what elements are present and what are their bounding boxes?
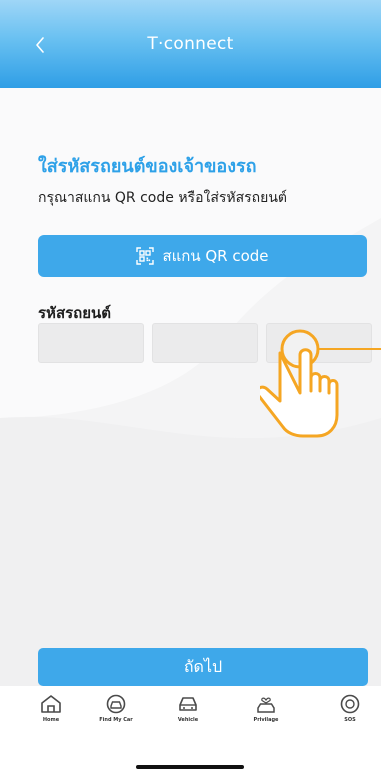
next-button-label: ถัดไป bbox=[183, 656, 223, 676]
tab-privilage-label: Privilage bbox=[253, 717, 279, 723]
code-field-3[interactable] bbox=[266, 323, 372, 363]
tab-home[interactable]: Home bbox=[21, 694, 81, 723]
tab-find-my-car-label: Find My Car bbox=[99, 717, 133, 723]
tab-sos-label: SOS bbox=[344, 717, 356, 723]
vehicle-code-label: รหัสรถยนต์ bbox=[38, 304, 112, 322]
page-title: ใส่รหัสรถยนต์ของเจ้าของรถ bbox=[38, 156, 257, 177]
instruction-text: กรุณาสแกน QR code หรือใส่รหัสรถยนต์ bbox=[38, 190, 288, 206]
privilege-car-icon bbox=[257, 697, 275, 713]
tab-home-label: Home bbox=[42, 717, 60, 723]
car-locate-icon bbox=[106, 694, 126, 714]
scan-qr-button[interactable]: สแกน QR code bbox=[38, 235, 367, 277]
app-header: T·connect bbox=[0, 0, 381, 88]
brand-logo: T·connect bbox=[147, 34, 234, 54]
tab-find-my-car[interactable]: Find My Car bbox=[86, 694, 146, 723]
home-indicator[interactable] bbox=[136, 765, 244, 769]
qr-code-icon bbox=[136, 247, 155, 265]
scan-qr-button-label: สแกน QR code bbox=[162, 247, 269, 265]
main-content: ใส่รหัสรถยนต์ของเจ้าของรถ กรุณาสแกน QR c… bbox=[0, 88, 381, 686]
next-button[interactable]: ถัดไป bbox=[38, 648, 368, 686]
sos-icon bbox=[340, 694, 360, 714]
code-field-1[interactable] bbox=[38, 323, 144, 363]
tab-privilage[interactable]: Privilage bbox=[236, 694, 296, 723]
code-field-2[interactable] bbox=[152, 323, 258, 363]
tab-vehicle-label: Vehicle bbox=[177, 717, 199, 723]
tab-vehicle[interactable]: Vehicle bbox=[158, 694, 218, 723]
vehicle-icon bbox=[179, 697, 197, 711]
tab-bar: Home Find My Car Vehicle Privilage SOS bbox=[0, 686, 381, 775]
home-icon bbox=[41, 695, 61, 713]
tab-sos[interactable]: SOS bbox=[320, 694, 380, 723]
